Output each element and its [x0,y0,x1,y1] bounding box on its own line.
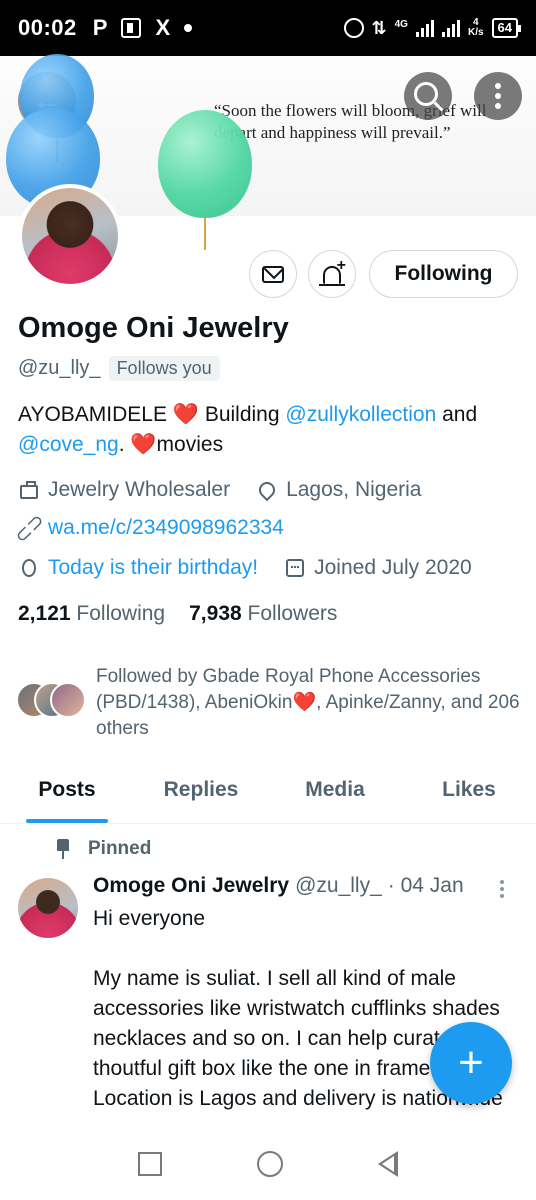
bio-text: movies [156,433,224,456]
profile-meta-website: ⊂⊃ wa.me/c/2349098962334 [10,509,284,548]
signal-icon [415,19,434,37]
battery-icon: 64 [491,18,522,38]
calendar-icon [284,557,306,579]
avatar [50,682,86,718]
balloon-icon [18,557,40,579]
followers-count: 7,938 [189,602,242,625]
following-count: 2,121 [18,602,71,625]
briefcase-icon [18,479,40,501]
handle-row: @zu_lly_ Follows you [18,356,220,381]
bio-text: . [118,433,131,456]
profile-website-link[interactable]: wa.me/c/2349098962334 [48,516,284,540]
heart-emoji-icon: ❤️ [130,433,157,456]
x-app-icon: X [155,15,171,40]
following-count-link[interactable]: 2,121 Following [18,602,165,626]
tweet-line: Hi everyone [93,907,206,930]
followed-by-section[interactable]: Followed by Gbade Royal Phone Accessorie… [16,664,521,742]
network-type: 4G [394,18,408,30]
tab-replies[interactable]: Replies [134,766,268,823]
pin-icon [56,839,70,859]
pinned-indicator: Pinned [56,838,151,860]
search-button[interactable] [404,72,452,120]
tweet-author-name[interactable]: Omoge Oni Jewelry [93,874,289,898]
profile-bio: AYOBAMIDELE ❤️ Building @zullykollection… [18,400,523,460]
tab-likes[interactable]: Likes [402,766,536,823]
profile-tabs: Posts Replies Media Likes [0,766,536,824]
heart-emoji-icon: ❤️ [172,403,199,426]
profile-location: Lagos, Nigeria [286,478,422,501]
p-app-icon: P [92,15,108,40]
bio-mention-cove-ng[interactable]: @cove_ng [18,433,119,456]
green-balloon-icon [158,110,252,218]
more-options-button[interactable] [474,72,522,120]
followed-by-text: Followed by Gbade Royal Phone Accessorie… [96,666,520,739]
more-notifications-icon [184,24,193,32]
notifications-button[interactable]: + [308,250,356,298]
followers-label: Followers [247,602,338,625]
tweet-more-button[interactable] [500,880,504,898]
more-vertical-icon [495,83,501,109]
bio-text: Building [198,403,286,426]
home-icon[interactable] [256,1151,283,1177]
tweet-author-handle: @zu_lly_ [295,874,382,897]
followed-by-avatars [16,682,86,720]
bio-text: AYOBAMIDELE [18,403,173,426]
status-bar: 00:02 P X ⇅ 4G 4 K/s 64 [0,0,536,56]
notification-icons: P X [92,15,193,40]
follows-you-badge: Follows you [108,356,220,381]
system-icons: ⇅ 4G 4 K/s 64 [343,17,522,39]
mail-icon [262,265,284,283]
tab-posts[interactable]: Posts [0,766,134,823]
profile-meta-birthday-joined: Today is their birthday! Joined July 202… [18,556,472,580]
alarm-icon [343,18,364,38]
signal-2-icon [441,19,460,37]
tweet-header: Omoge Oni Jewelry @zu_lly_ · 04 Jan [93,874,464,898]
profile-name: Omoge Oni Jewelry [18,312,289,344]
balloon-string [204,218,206,250]
data-transfer-icon: ⇅ [371,17,387,38]
plus-icon: + [336,257,346,274]
news-app-icon [121,18,142,38]
status-time: 00:02 [18,15,77,40]
system-nav-bar [0,1128,536,1200]
profile-category: Jewelry Wholesaler [48,478,231,501]
following-label: Following [76,602,166,625]
profile-avatar[interactable] [18,184,122,288]
profile-meta-category-location: Jewelry Wholesaler Lagos, Nigeria [18,478,421,502]
plus-icon: + [458,1038,484,1087]
birthday-link[interactable]: Today is their birthday! [48,556,258,580]
tweet-date: · 04 Jan [387,874,464,897]
recent-apps-icon[interactable] [137,1152,162,1176]
profile-handle: @zu_lly_ [18,357,101,379]
follow-counts: 2,121 Following 7,938 Followers [18,602,337,626]
followers-count-link[interactable]: 7,938 Followers [189,602,337,626]
pinned-label: Pinned [88,838,152,859]
message-button[interactable] [249,250,297,298]
tweet-author-avatar[interactable] [18,878,78,938]
following-button[interactable]: Following [369,250,518,298]
banner-quote: “Soon the flowers will bloom, grief will… [214,101,487,142]
network-speed: 4 K/s [467,17,484,38]
link-icon: ⊂⊃ [9,508,49,548]
compose-post-button[interactable]: + [430,1022,512,1104]
bio-text: and [436,403,478,426]
tab-media[interactable]: Media [268,766,402,823]
search-icon [414,82,438,106]
bio-mention-zullykollection[interactable]: @zullykollection [285,403,436,426]
back-triangle-icon[interactable] [378,1151,399,1177]
location-pin-icon [255,478,279,502]
joined-date: Joined July 2020 [314,556,472,579]
